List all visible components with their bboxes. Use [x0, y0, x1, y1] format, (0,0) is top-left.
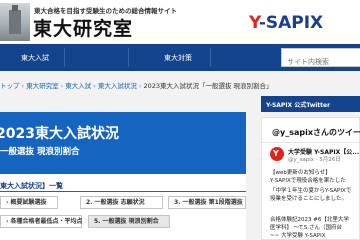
site-header: 東大合格を目指す受験生のための総合情報サイト 東大研究室 Y-SAPIX — [0, 0, 360, 43]
breadcrumb: トップ › 東大研究室 › 東大入試 › 東大入試状況 › 2023東大入試状況「一般選抜 現浪… — [0, 80, 273, 90]
breadcrumb-separator: › — [93, 82, 96, 90]
y-sapix-logo[interactable]: Y-SAPIX — [249, 13, 323, 33]
arrow-right-icon: › — [6, 199, 9, 206]
site-search-box[interactable] — [281, 48, 360, 71]
breadcrumb-item-todai-nyushi[interactable]: 東大入試 — [65, 82, 91, 90]
page-subtitle: 一般選抜 現浪別割合 — [0, 147, 80, 157]
site-logo-photo[interactable] — [0, 3, 30, 41]
y-sapix-logo-text: SAPIX — [265, 13, 324, 33]
list-link-label: 概要試験選抜 — [10, 199, 47, 206]
list-link-genro-betsu[interactable]: 5. 一般選抜 現浪別割合 — [88, 215, 170, 228]
breadcrumb-bar: トップ › 東大研究室 › 東大入試 › 東大入試状況 › 2023東大入試状況「一般選抜 現浪… — [0, 71, 360, 96]
twitter-divider — [262, 142, 360, 143]
list-link-gaiyo[interactable]: › 概要試験選抜 — [0, 196, 58, 209]
nav-item-todai-taisaku[interactable]: 東大対策 — [164, 53, 192, 63]
sidebar-header-label: Y-SAPIX 公式Twitter — [266, 102, 331, 109]
sidebar-twitter-header: Y-SAPIX 公式Twitter — [261, 96, 360, 112]
page-hero: 2023東大入試状況 一般選抜 現浪別割合 — [0, 112, 246, 174]
list-link-label: 3. 一般選抜 第1段階選抜 — [174, 199, 243, 206]
list-link-label: 5. 一般選抜 現浪別割合 — [94, 218, 159, 225]
tweet-handle-date[interactable]: @y_sapix · 5月26日 — [288, 155, 341, 163]
list-link-label: 各種合格者最低点・平均点 — [10, 218, 83, 225]
breadcrumb-item-top[interactable]: トップ — [0, 82, 20, 90]
arrow-right-icon: › — [6, 218, 9, 225]
breadcrumb-separator: › — [21, 82, 25, 90]
tweet-text-line: 【web更新のお知らせ】 — [270, 170, 331, 176]
list-link-label: 2. 一般選抜 志願状況 — [86, 199, 145, 206]
list-link-dai1-dankai[interactable]: 3. 一般選抜 第1段階選抜 — [168, 196, 246, 209]
breadcrumb-item-current: 2023東大入試状況「一般選抜 現浪別割合」 — [143, 82, 273, 90]
tweet-text-line: ~~ 大学受験 Y-SAPIX — [270, 233, 326, 239]
twitter-avatar-icon[interactable]: Y — [270, 147, 284, 161]
list-heading: 東大入試状況】一覧 — [0, 182, 63, 190]
list-heading-rule — [0, 191, 246, 192]
tweet-text-line: 医学科】 ～T.S.さん（国府台 — [270, 225, 342, 231]
tweet-text-line: 合格体験記2023 #6【北里大学 — [270, 217, 349, 223]
nav-divider — [64, 48, 65, 67]
tweet-text-line: 授業を受けることにしました。 — [270, 196, 348, 202]
nav-divider — [210, 48, 211, 67]
yasuda-tower-icon — [9, 5, 21, 34]
page-title: 2023東大入試状況 — [0, 126, 119, 142]
twitter-timeline-widget[interactable]: @y_sapixさんのツイート Y 大学受験 Y-SAPIX【公... @y_s… — [261, 117, 360, 240]
nav-item-todai-nyushi[interactable]: 東大入試 — [21, 53, 49, 63]
site-title-link[interactable]: 東大研究室 — [33, 14, 133, 41]
nav-divider — [128, 48, 129, 67]
nyushi-list-card: 東大入試状況】一覧 › 概要試験選抜 2. 一般選抜 志願状況 3. 一般選抜 第… — [0, 174, 246, 240]
list-link-saitei-heikin[interactable]: › 各種合格者最低点・平均点 — [0, 215, 83, 228]
tweet-text-line: Y-SAPIXで現役合格を果たした — [270, 178, 346, 184]
breadcrumb-separator: › — [60, 82, 64, 90]
breadcrumb-item-todai-kenkyushitsu[interactable]: 東大研究室 — [26, 82, 59, 90]
tweet-text-line: 「中学１年生の夏からY-SAPIXで — [270, 188, 352, 194]
twitter-widget-title[interactable]: @y_sapixさんのツイート — [272, 127, 360, 138]
list-link-shigan-jokyo[interactable]: 2. 一般選抜 志願状況 — [80, 196, 163, 209]
site-search-input[interactable] — [282, 53, 360, 71]
breadcrumb-item-nyushi-jokyo[interactable]: 東大入試状況 — [98, 82, 137, 90]
breadcrumb-separator: › — [138, 82, 142, 90]
